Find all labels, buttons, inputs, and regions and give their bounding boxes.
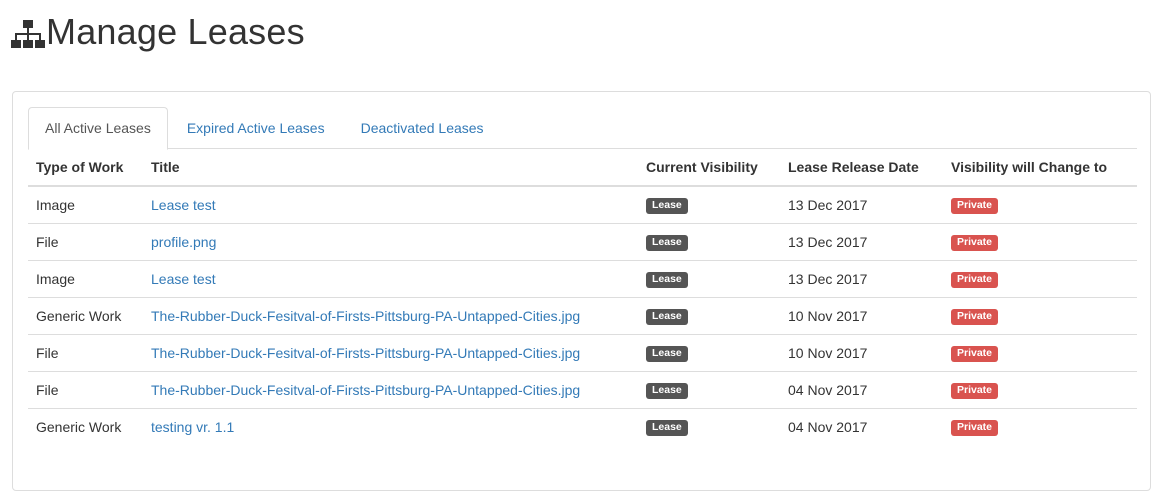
- private-badge: Private: [951, 198, 999, 215]
- sitemap-icon: [10, 18, 46, 52]
- table-row: File The-Rubber-Duck-Fesitval-of-Firsts-…: [28, 333, 1137, 371]
- leases-panel: All Active Leases Expired Active Leases …: [12, 91, 1151, 491]
- table-header-row: Type of Work Title Current Visibility Le…: [28, 149, 1137, 187]
- title-link[interactable]: The-Rubber-Duck-Fesitval-of-Firsts-Pitts…: [151, 308, 580, 324]
- table-row: Image Lease test Lease 13 Dec 2017 Priva…: [28, 186, 1137, 223]
- column-header-change-to: Visibility will Change to: [943, 149, 1137, 187]
- cell-release-date: 04 Nov 2017: [780, 370, 943, 408]
- column-header-type: Type of Work: [28, 149, 143, 187]
- private-badge: Private: [951, 235, 999, 251]
- lease-badge: Lease: [646, 309, 688, 325]
- title-link[interactable]: The-Rubber-Duck-Fesitval-of-Firsts-Pitts…: [151, 345, 580, 361]
- title-link[interactable]: The-Rubber-Duck-Fesitval-of-Firsts-Pitts…: [151, 382, 580, 398]
- cell-release-date: 04 Nov 2017: [780, 407, 943, 445]
- lease-badge: Lease: [646, 235, 688, 251]
- cell-release-date: 10 Nov 2017: [780, 333, 943, 371]
- private-badge: Private: [951, 309, 999, 325]
- cell-release-date: 13 Dec 2017: [780, 222, 943, 260]
- lease-tabs: All Active Leases Expired Active Leases …: [28, 107, 1137, 150]
- cell-release-date: 13 Dec 2017: [780, 259, 943, 297]
- private-badge: Private: [951, 420, 999, 437]
- cell-type: Generic Work: [28, 296, 143, 334]
- cell-type: Image: [28, 259, 143, 297]
- table-row: File The-Rubber-Duck-Fesitval-of-Firsts-…: [28, 370, 1137, 408]
- tab-expired-active-leases[interactable]: Expired Active Leases: [170, 107, 342, 149]
- private-badge: Private: [951, 383, 999, 399]
- title-link[interactable]: Lease test: [151, 271, 216, 287]
- page-header: Manage Leases: [10, 10, 305, 54]
- table-row: Generic Work testing vr. 1.1 Lease 04 No…: [28, 407, 1137, 445]
- column-header-release-date: Lease Release Date: [780, 149, 943, 187]
- column-header-title: Title: [143, 149, 638, 187]
- lease-badge: Lease: [646, 346, 688, 362]
- cell-type: File: [28, 222, 143, 260]
- title-link[interactable]: profile.png: [151, 234, 216, 250]
- cell-release-date: 10 Nov 2017: [780, 296, 943, 334]
- title-link[interactable]: testing vr. 1.1: [151, 419, 234, 435]
- private-badge: Private: [951, 346, 999, 362]
- lease-badge: Lease: [646, 420, 688, 437]
- tab-all-active-leases[interactable]: All Active Leases: [28, 107, 168, 150]
- column-header-current-visibility: Current Visibility: [638, 149, 780, 187]
- table-row: File profile.png Lease 13 Dec 2017 Priva…: [28, 222, 1137, 260]
- page-title: Manage Leases: [46, 11, 305, 52]
- table-row: Generic Work The-Rubber-Duck-Fesitval-of…: [28, 296, 1137, 334]
- tab-deactivated-leases[interactable]: Deactivated Leases: [344, 107, 501, 149]
- cell-release-date: 13 Dec 2017: [788, 196, 868, 213]
- title-link[interactable]: Lease test: [151, 197, 216, 213]
- cell-type: File: [28, 333, 143, 371]
- cell-type: File: [28, 370, 143, 408]
- lease-badge: Lease: [646, 383, 688, 399]
- lease-badge: Lease: [646, 198, 688, 215]
- cell-type: Generic Work: [28, 407, 143, 445]
- leases-table: Type of Work Title Current Visibility Le…: [28, 149, 1137, 445]
- private-badge: Private: [951, 272, 999, 288]
- table-row: Image Lease test Lease 13 Dec 2017 Priva…: [28, 259, 1137, 297]
- cell-type: Image: [36, 196, 75, 213]
- lease-badge: Lease: [646, 272, 688, 288]
